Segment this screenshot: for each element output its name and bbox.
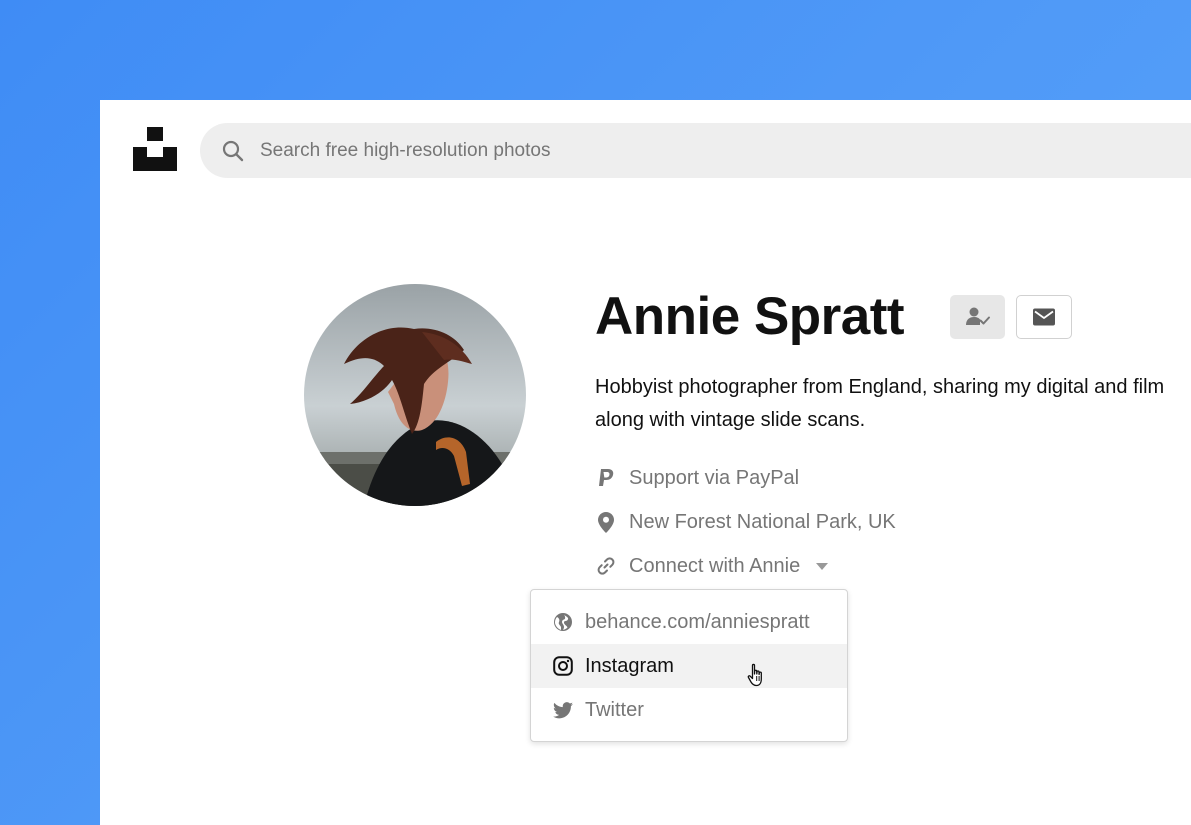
- paypal-link[interactable]: Support via PayPal: [595, 465, 799, 491]
- search-bar[interactable]: [200, 123, 1191, 178]
- connect-dropdown-menu: behance.com/anniespratt Instagram Twitte…: [530, 589, 848, 742]
- link-icon: [595, 555, 617, 577]
- connect-dropdown-toggle[interactable]: Connect with Annie: [595, 553, 829, 579]
- menu-item-twitter[interactable]: Twitter: [531, 688, 847, 732]
- globe-icon: [552, 611, 574, 633]
- menu-item-instagram[interactable]: Instagram: [531, 644, 847, 688]
- unsplash-logo-icon[interactable]: [133, 127, 177, 171]
- message-button[interactable]: [1016, 295, 1072, 339]
- menu-item-label: behance.com/anniespratt: [585, 610, 810, 633]
- twitter-icon: [552, 699, 574, 721]
- hand-pointer-cursor-icon: [746, 662, 770, 690]
- bio-line-2: along with vintage slide scans.: [595, 409, 866, 431]
- menu-item-label: Instagram: [585, 654, 674, 677]
- location-pin-icon: [595, 511, 617, 533]
- paypal-icon: [595, 467, 617, 489]
- browser-window: Annie Spratt Hobbyist photographer from …: [100, 100, 1191, 825]
- location-label: New Forest National Park, UK: [629, 510, 896, 533]
- follow-button[interactable]: [950, 295, 1005, 339]
- search-input[interactable]: [260, 123, 1160, 178]
- profile-avatar[interactable]: [304, 284, 526, 506]
- instagram-icon: [552, 655, 574, 677]
- menu-item-behance[interactable]: behance.com/anniespratt: [531, 600, 847, 644]
- caret-down-icon: [816, 562, 829, 570]
- connect-label: Connect with Annie: [629, 554, 801, 577]
- profile-name: Annie Spratt: [595, 287, 905, 346]
- bio-line-1: Hobbyist photographer from England, shar…: [595, 376, 1165, 398]
- search-icon[interactable]: [222, 140, 244, 162]
- location-link[interactable]: New Forest National Park, UK: [595, 509, 896, 535]
- paypal-label: Support via PayPal: [629, 466, 800, 489]
- profile-bio: Hobbyist photographer from England, shar…: [595, 371, 1191, 437]
- menu-item-label: Twitter: [585, 698, 644, 721]
